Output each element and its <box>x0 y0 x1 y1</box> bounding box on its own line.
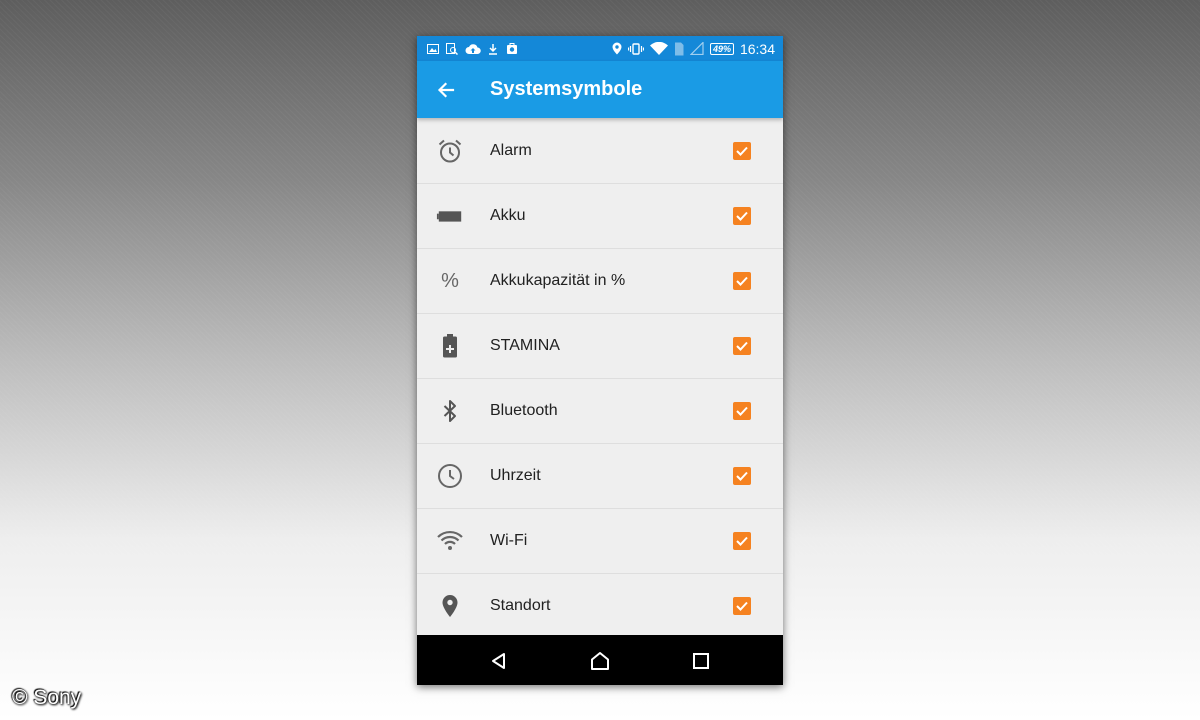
setting-label: Wi-Fi <box>490 532 528 549</box>
check-icon <box>736 471 748 481</box>
setting-row-stamina[interactable]: STAMINA <box>417 314 783 379</box>
wifi-status-icon <box>649 42 668 55</box>
status-bar: 49% 16:34 <box>417 36 783 61</box>
page-title: Systemsymbole <box>490 78 643 100</box>
check-icon <box>736 406 748 416</box>
check-icon <box>736 341 748 351</box>
back-button[interactable] <box>431 75 461 105</box>
app-bar: Systemsymbole <box>417 61 783 118</box>
percent-icon: % <box>436 267 464 295</box>
percent-glyph: % <box>441 269 459 292</box>
settings-list: Alarm Akku % Akkukapazität in % STAMINA … <box>417 118 783 639</box>
setting-row-wifi[interactable]: Wi-Fi <box>417 509 783 574</box>
setting-row-standort[interactable]: Standort <box>417 574 783 639</box>
navigation-bar <box>417 635 783 685</box>
setting-label: Akku <box>490 207 526 224</box>
triangle-back-icon <box>492 653 505 669</box>
setting-checkbox[interactable] <box>733 207 751 225</box>
setting-row-uhrzeit[interactable]: Uhrzeit <box>417 444 783 509</box>
setting-label: Akkukapazität in % <box>490 272 626 289</box>
setting-checkbox[interactable] <box>733 402 751 420</box>
setting-label: Alarm <box>490 141 532 159</box>
setting-row-akku[interactable]: Akku <box>417 184 783 249</box>
sim-card-icon <box>674 42 684 55</box>
stamina-battery-icon <box>436 332 464 360</box>
battery-status-icon: 49% <box>709 42 734 55</box>
setting-checkbox[interactable] <box>733 337 751 355</box>
bluetooth-icon <box>436 397 464 425</box>
photo-share-icon <box>507 42 517 54</box>
setting-row-bluetooth[interactable]: Bluetooth <box>417 379 783 444</box>
status-time: 16:34 <box>739 40 775 57</box>
setting-label: STAMINA <box>490 337 560 354</box>
square-recents-icon <box>693 653 709 669</box>
image-notification-icon <box>427 43 439 54</box>
setting-checkbox[interactable] <box>733 141 751 160</box>
clock-icon <box>436 462 464 490</box>
setting-label: Uhrzeit <box>490 467 541 484</box>
location-icon <box>436 592 464 620</box>
home-icon <box>591 652 609 670</box>
check-icon <box>736 146 748 156</box>
cell-signal-icon <box>689 42 704 55</box>
alarm-icon <box>436 137 464 165</box>
check-icon <box>736 601 748 611</box>
phone-screen: 49% 16:34 Systemsymbole Alarm Akku % Akk… <box>417 36 783 685</box>
arrow-back-icon <box>437 82 455 98</box>
battery-percent: 49% <box>712 43 731 54</box>
nav-recents-button[interactable] <box>688 648 714 674</box>
setting-checkbox[interactable] <box>733 467 751 485</box>
nav-back-button[interactable] <box>486 648 512 674</box>
setting-label: Standort <box>490 597 551 614</box>
copyright-text: © Sony <box>12 686 82 709</box>
screenshot-notification-icon <box>446 42 458 55</box>
nav-home-button[interactable] <box>587 648 613 674</box>
setting-checkbox[interactable] <box>733 272 751 290</box>
cloud-upload-icon <box>465 43 481 54</box>
setting-row-akkukapazitaet[interactable]: % Akkukapazität in % <box>417 249 783 314</box>
setting-checkbox[interactable] <box>733 597 751 615</box>
vibrate-icon <box>627 42 644 55</box>
setting-checkbox[interactable] <box>733 532 751 550</box>
check-icon <box>736 276 748 286</box>
battery-icon <box>436 202 464 230</box>
location-status-icon <box>612 42 622 55</box>
check-icon <box>736 211 748 221</box>
check-icon <box>736 536 748 546</box>
wifi-icon <box>436 527 464 555</box>
setting-label: Bluetooth <box>490 402 558 419</box>
setting-row-alarm[interactable]: Alarm <box>417 118 783 184</box>
download-icon <box>489 43 497 55</box>
